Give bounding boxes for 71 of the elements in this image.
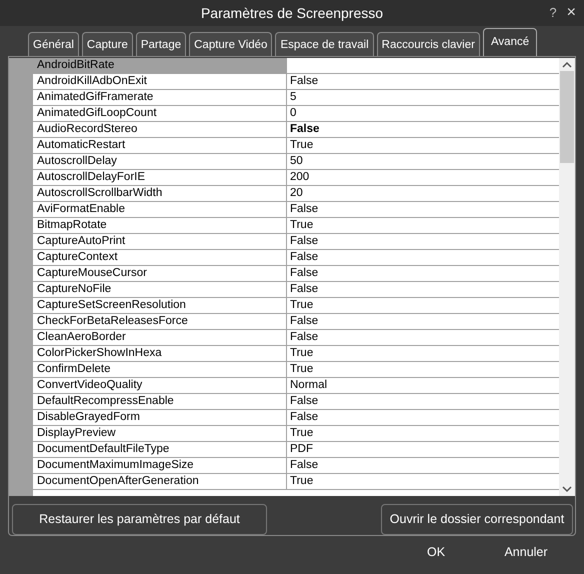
- scroll-down-icon[interactable]: [562, 485, 572, 493]
- property-name[interactable]: DocumentMaximumImageSize: [33, 458, 287, 473]
- property-name[interactable]: ConfirmDelete: [33, 362, 287, 377]
- property-name[interactable]: AnimatedGifFramerate: [33, 90, 287, 105]
- property-name[interactable]: BitmapRotate: [33, 218, 287, 233]
- property-name[interactable]: CaptureNoFile: [33, 282, 287, 297]
- property-name[interactable]: CaptureContext: [33, 250, 287, 265]
- scrollbar[interactable]: [559, 58, 575, 496]
- property-name[interactable]: AndroidBitRate: [33, 58, 287, 73]
- property-name[interactable]: DisableGrayedForm: [33, 410, 287, 425]
- property-name[interactable]: CaptureMouseCursor: [33, 266, 287, 281]
- property-value[interactable]: True: [290, 219, 314, 231]
- property-value[interactable]: False: [290, 267, 318, 279]
- tab[interactable]: Partage: [136, 32, 186, 56]
- property-value[interactable]: True: [290, 475, 314, 487]
- property-name[interactable]: DocumentOpenAfterGeneration: [33, 474, 287, 489]
- cancel-button[interactable]: Annuler: [486, 542, 566, 563]
- property-value[interactable]: True: [290, 299, 314, 311]
- help-button[interactable]: ?: [549, 0, 557, 26]
- property-value[interactable]: 20: [290, 187, 303, 199]
- property-name[interactable]: DocumentDefaultFileType: [33, 442, 287, 457]
- property-value[interactable]: PDF: [290, 443, 313, 455]
- scroll-up-icon[interactable]: [562, 61, 572, 69]
- property-value[interactable]: False: [290, 235, 318, 247]
- property-value[interactable]: False: [290, 283, 318, 295]
- close-button[interactable]: ×: [566, 0, 576, 26]
- property-name[interactable]: AudioRecordStereo: [33, 122, 287, 137]
- property-value[interactable]: False: [290, 251, 318, 263]
- property-value[interactable]: 0: [290, 107, 296, 119]
- tab[interactable]: Capture Vidéo: [189, 32, 272, 56]
- property-name[interactable]: ColorPickerShowInHexa: [33, 346, 287, 361]
- scrollbar-thumb[interactable]: [560, 71, 574, 163]
- property-name[interactable]: AutoscrollScrollbarWidth: [33, 186, 287, 201]
- property-name[interactable]: CaptureSetScreenResolution: [33, 298, 287, 313]
- property-name[interactable]: AutoscrollDelay: [33, 154, 287, 169]
- tab[interactable]: Capture: [82, 32, 133, 56]
- property-name[interactable]: CleanAeroBorder: [33, 330, 287, 345]
- property-name[interactable]: ConvertVideoQuality: [33, 378, 287, 393]
- action-button[interactable]: Ouvrir le dossier correspondant: [381, 504, 573, 535]
- tab[interactable]: Raccourcis clavier: [376, 32, 480, 56]
- action-button[interactable]: Restaurer les paramètres par défaut: [12, 504, 267, 535]
- property-value[interactable]: False: [290, 315, 318, 327]
- property-value[interactable]: 50: [290, 155, 303, 167]
- property-value[interactable]: False: [290, 203, 318, 215]
- property-name[interactable]: AutomaticRestart: [33, 138, 287, 153]
- property-name[interactable]: CheckForBetaReleasesForce: [33, 314, 287, 329]
- property-name[interactable]: DefaultRecompressEnable: [33, 394, 287, 409]
- property-value[interactable]: True: [290, 347, 314, 359]
- property-value[interactable]: 200: [290, 171, 310, 183]
- property-value[interactable]: False: [290, 459, 318, 471]
- ok-button[interactable]: OK: [396, 542, 476, 563]
- property-name[interactable]: DisplayPreview: [33, 426, 287, 441]
- property-value[interactable]: True: [290, 139, 314, 151]
- property-value[interactable]: False: [290, 395, 318, 407]
- property-value[interactable]: Normal: [290, 379, 328, 391]
- property-value[interactable]: 5: [290, 91, 296, 103]
- property-value[interactable]: False: [290, 123, 320, 135]
- window-title: Paramètres de Screenpresso: [200, 5, 384, 21]
- property-value[interactable]: False: [290, 411, 318, 423]
- property-name[interactable]: AndroidKillAdbOnExit: [33, 74, 287, 89]
- property-name[interactable]: AviFormatEnable: [33, 202, 287, 217]
- property-name[interactable]: CaptureAutoPrint: [33, 234, 287, 249]
- tab[interactable]: Général: [28, 32, 79, 56]
- property-name[interactable]: AutoscrollDelayForIE: [33, 170, 287, 185]
- tab[interactable]: Avancé: [482, 28, 538, 56]
- tab[interactable]: Espace de travail: [275, 32, 374, 56]
- property-value[interactable]: False: [290, 331, 318, 343]
- property-value[interactable]: False: [290, 75, 318, 87]
- property-value[interactable]: True: [290, 427, 314, 439]
- property-value[interactable]: True: [290, 363, 314, 375]
- property-name[interactable]: AnimatedGifLoopCount: [33, 106, 287, 121]
